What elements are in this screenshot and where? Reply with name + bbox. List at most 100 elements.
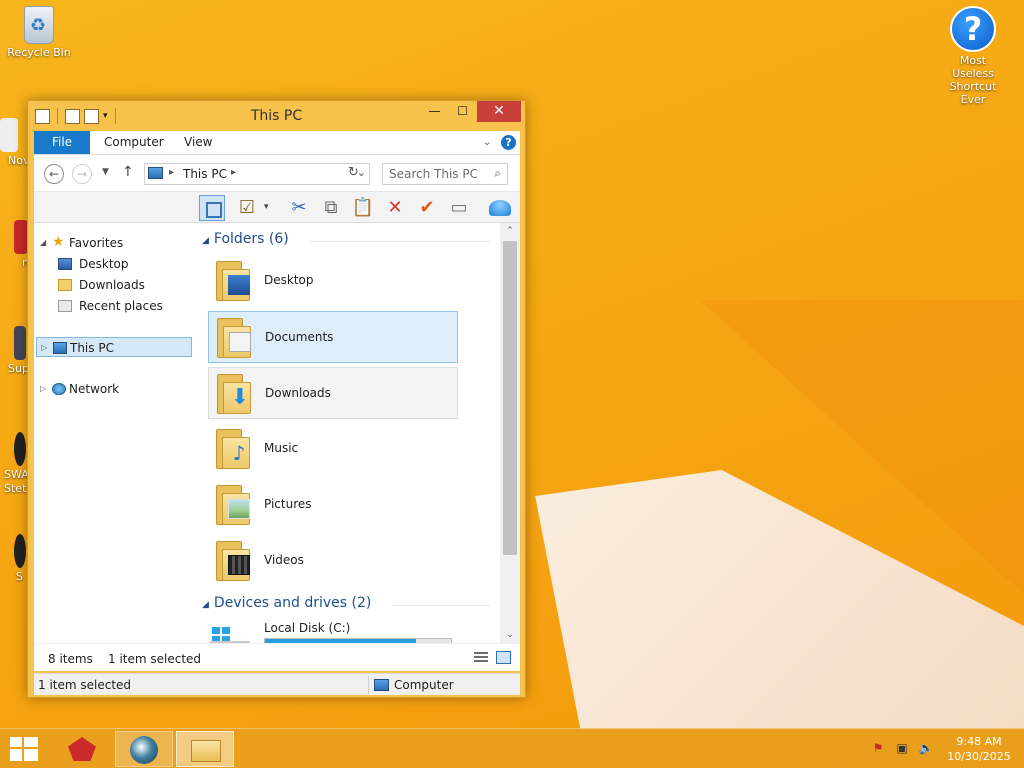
outer-status-zone: Computer: [394, 678, 454, 692]
minimize-button[interactable]: —: [420, 101, 449, 122]
recent-places-icon: [58, 300, 72, 312]
folder-videos-icon: [216, 539, 250, 581]
document-icon: [0, 118, 18, 152]
app-icon: [68, 737, 96, 761]
folder-item-music[interactable]: ♪ Music: [208, 423, 458, 475]
outer-status-selection: 1 item selected: [38, 678, 132, 692]
address-bar[interactable]: ▸ This PC ▸ ⌄: [144, 163, 370, 185]
chevron-right-icon[interactable]: ▸: [169, 167, 174, 178]
command-toolbar: ☑ ▾ ✂ ⧉ 📋 ✕ ✔ ▭: [34, 191, 520, 223]
expand-arrow-icon[interactable]: ◢: [40, 233, 46, 253]
rename-button[interactable]: ▭: [446, 195, 472, 221]
expand-arrow-icon[interactable]: ▷: [40, 379, 46, 399]
action-center-flag-icon[interactable]: ⚑: [870, 741, 886, 755]
cut-button[interactable]: ✂: [286, 195, 312, 221]
window-status-bar: 1 item selected Computer: [34, 673, 520, 695]
taskbar-app-browser[interactable]: [115, 731, 173, 767]
browser-icon: [130, 736, 158, 764]
desktop-icon-label: Most Useless Shortcut Ever: [949, 54, 997, 106]
taskbar: ⚑ ▣ 🔈 9:48 AM 10/30/2025: [0, 728, 1024, 768]
ribbon-tabs: File Computer View ⌄ ?: [34, 131, 520, 155]
paste-button[interactable]: 📋: [350, 195, 376, 221]
content-scrollbar[interactable]: ⌃ ⌄: [500, 223, 520, 643]
expand-arrow-icon[interactable]: ▷: [41, 338, 47, 358]
properties-button[interactable]: ☑: [234, 195, 260, 221]
help-button[interactable]: ?: [501, 135, 516, 150]
search-box[interactable]: ⌕: [382, 163, 508, 185]
folder-item-pictures[interactable]: Pictures: [208, 479, 458, 531]
tiles-view-icon[interactable]: [496, 651, 511, 664]
scroll-up-arrow-icon[interactable]: ⌃: [500, 223, 520, 239]
expand-ribbon-icon[interactable]: ⌄: [483, 137, 491, 148]
desktop-icon: [58, 258, 72, 270]
folder-music-icon: ♪: [216, 427, 250, 469]
layout-pane-button[interactable]: [199, 195, 225, 221]
taskbar-app-red[interactable]: [52, 731, 110, 767]
tab-view[interactable]: View: [184, 131, 212, 154]
desktop-icon-partial[interactable]: S: [0, 534, 26, 583]
desktop-icon-recycle-bin[interactable]: Recycle Bin: [4, 6, 74, 59]
details-view-icon[interactable]: [474, 652, 488, 664]
start-button-windows-icon[interactable]: [10, 737, 38, 761]
close-button[interactable]: ✕: [477, 101, 521, 122]
collapse-arrow-icon[interactable]: ◢: [202, 600, 209, 610]
breadcrumb-this-pc[interactable]: This PC: [183, 167, 227, 181]
network-icon[interactable]: ▣: [894, 741, 910, 755]
back-button[interactable]: ←: [44, 164, 64, 184]
tab-file[interactable]: File: [34, 131, 90, 154]
computer-icon: [374, 679, 389, 691]
desktop-icon-partial[interactable]: Sup: [0, 326, 29, 375]
apply-button[interactable]: ✔: [414, 195, 440, 221]
app-icon: [14, 326, 26, 360]
scroll-thumb[interactable]: [503, 241, 517, 555]
maximize-button[interactable]: ☐: [448, 101, 477, 122]
desktop-icon-partial[interactable]: SWA Stet: [0, 432, 29, 496]
forward-button[interactable]: →: [72, 164, 92, 184]
copy-button[interactable]: ⧉: [318, 195, 344, 221]
app-icon: [14, 432, 26, 466]
share-button[interactable]: [486, 195, 514, 221]
system-tray: ⚑ ▣ 🔈: [870, 741, 934, 755]
devices-group-header[interactable]: ◢ Devices and drives (2): [202, 595, 371, 615]
drive-item-local-disk-c[interactable]: Local Disk (C:): [208, 621, 478, 643]
folder-pictures-icon: [216, 483, 250, 525]
status-item-count: 8 items: [48, 652, 93, 666]
folder-item-videos[interactable]: Videos: [208, 535, 458, 587]
desktop-icon-most-useless-shortcut[interactable]: ? Most Useless Shortcut Ever: [938, 6, 1008, 106]
downloads-icon: [58, 279, 72, 291]
folder-desktop-icon: [216, 259, 250, 301]
folder-item-downloads[interactable]: ⬇ Downloads: [208, 367, 458, 419]
nav-this-pc[interactable]: ▷ This PC: [36, 337, 192, 357]
taskbar-clock[interactable]: 9:48 AM 10/30/2025: [944, 734, 1014, 764]
folders-group-header[interactable]: ◢ Folders (6): [202, 231, 289, 251]
recycle-bin-icon: [24, 6, 54, 44]
desktop-icon-partial[interactable]: n: [0, 220, 29, 269]
scroll-down-arrow-icon[interactable]: ⌄: [500, 627, 520, 643]
folder-item-desktop[interactable]: Desktop: [208, 255, 458, 307]
address-row: ← → ▼ ↑ ▸ This PC ▸ ⌄ ↻ ⌕: [34, 155, 520, 191]
chevron-right-icon[interactable]: ▸: [231, 167, 236, 178]
this-pc-icon: [148, 167, 163, 179]
delete-button[interactable]: ✕: [382, 195, 408, 221]
refresh-icon[interactable]: ↻: [348, 165, 359, 180]
chevron-down-icon[interactable]: ▾: [264, 202, 269, 212]
collapse-arrow-icon[interactable]: ◢: [202, 236, 209, 246]
folder-documents-icon: [217, 316, 251, 358]
this-pc-icon: [53, 342, 67, 354]
desktop-icon-label: Recycle Bin: [7, 46, 71, 59]
star-icon: ★: [52, 234, 65, 250]
search-input[interactable]: [383, 164, 483, 184]
volume-icon[interactable]: 🔈: [918, 741, 934, 755]
clock-time: 9:48 AM: [956, 735, 1002, 748]
folder-item-documents[interactable]: Documents: [208, 311, 458, 363]
file-explorer-window: ▾ This PC — ☐ ✕ File Computer View ⌄ ? ←…: [27, 100, 526, 698]
navigation-pane: ◢ ★ Favorites Desktop Downloads Recent p…: [34, 223, 192, 643]
title-bar[interactable]: ▾ This PC — ☐ ✕: [28, 101, 525, 131]
up-button[interactable]: ↑: [122, 164, 134, 180]
tab-computer[interactable]: Computer: [104, 131, 164, 154]
recent-locations-icon[interactable]: ▼: [102, 167, 109, 177]
status-bar: 8 items 1 item selected: [34, 643, 520, 671]
search-icon[interactable]: ⌕: [494, 166, 501, 181]
desktop-icon-partial[interactable]: Nov: [0, 118, 29, 167]
taskbar-file-explorer[interactable]: [176, 731, 234, 767]
